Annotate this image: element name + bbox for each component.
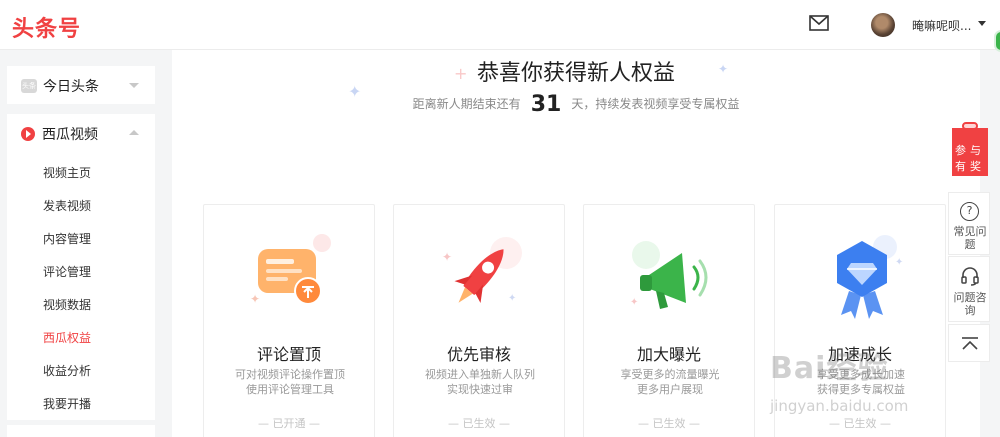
chevron-down-icon <box>129 83 139 88</box>
status-badge: — 已生效 — <box>638 417 700 430</box>
sidebar-section-header[interactable]: 西瓜视频 <box>21 124 98 144</box>
gift-icon <box>962 122 978 130</box>
chevron-up-icon <box>129 130 139 135</box>
sidebar-item-video-data[interactable]: 视频数据 <box>43 296 91 313</box>
card-desc-line: 更多用户展现 <box>637 383 703 396</box>
svg-text:✦: ✦ <box>895 257 903 268</box>
top-header: 头条号 晻嘛呢呗... <box>0 0 1000 52</box>
green-status-tab[interactable] <box>994 30 1000 52</box>
watermark: Bai经验 <box>770 351 889 386</box>
card-title: 加大曝光 <box>636 345 701 364</box>
card-description: 可对视频评论操作置顶 使用评论管理工具 <box>214 367 366 397</box>
sidebar-item-content-management[interactable]: 内容管理 <box>43 230 91 247</box>
countdown-suffix: 天，持续发表视频享受专属权益 <box>571 97 740 111</box>
headset-icon <box>961 267 979 286</box>
benefit-card-priority-review[interactable]: ✦ ✦ 优先审核 视频进入单独新人队列 实现快速过审 — 已生效 — <box>393 204 565 437</box>
card-desc-line: 实现快速过审 <box>447 383 513 396</box>
consult-label: 问题咨询 <box>953 291 987 317</box>
xigua-icon <box>21 127 35 141</box>
rocket-icon: ✦ ✦ <box>442 237 522 304</box>
faq-button[interactable]: ? 常见问题 <box>948 192 990 255</box>
newbie-countdown: 距离新人期结束还有 31 天，持续发表视频享受专属权益 <box>172 92 980 117</box>
consult-button[interactable]: 问题咨询 <box>948 256 990 322</box>
svg-text:✦: ✦ <box>508 293 516 304</box>
status-badge: — 已生效 — <box>448 417 510 430</box>
card-title: 评论置顶 <box>256 345 321 364</box>
comment-pin-icon: ✦ <box>250 234 331 306</box>
sidebar-item-revenue-analysis[interactable]: 收益分析 <box>43 362 91 379</box>
card-desc-line: 使用评论管理工具 <box>246 383 334 396</box>
card-title: 优先审核 <box>446 345 511 364</box>
benefit-card-more-exposure[interactable]: ✦ 加大曝光 享受更多的流量曝光 更多用户展现 — 已生效 — <box>583 204 755 437</box>
back-to-top-icon <box>962 337 978 350</box>
username[interactable]: 晻嘛呢呗... <box>912 17 971 34</box>
card-desc-line: 视频进入单独新人队列 <box>425 368 535 381</box>
page-title: 恭喜你获得新人权益 <box>476 61 675 86</box>
sidebar-section-label: 西瓜视频 <box>42 127 98 143</box>
days-left: 31 <box>530 92 562 117</box>
sidebar-section-more <box>7 425 155 437</box>
svg-text:✦: ✦ <box>442 250 452 264</box>
participate-reward-button[interactable]: 参与有奖 <box>952 122 988 176</box>
benefit-card-comment-pin[interactable]: ✦ 评论置顶 可对视频评论操作置顶 使用评论管理工具 — 已开通 — <box>203 204 375 437</box>
megaphone-icon: ✦ <box>630 241 708 309</box>
card-desc-line: 可对视频评论操作置顶 <box>235 368 345 381</box>
sidebar-item-video-home[interactable]: 视频主页 <box>43 164 91 181</box>
status-badge: — 已开通 — <box>258 417 320 430</box>
sidebar-item-xigua-rights[interactable]: 西瓜权益 <box>43 329 91 346</box>
back-to-top-button[interactable] <box>948 324 990 362</box>
sidebar-item-publish-video[interactable]: 发表视频 <box>43 197 91 214</box>
toutiaohao-logo[interactable]: 头条号 <box>12 11 81 43</box>
sidebar-section-label: 今日头条 <box>43 79 99 95</box>
question-icon: ? <box>960 202 979 221</box>
status-badge: — 已生效 — <box>829 417 891 430</box>
card-desc-line: 享受更多的流量曝光 <box>620 368 720 381</box>
faq-label: 常见问题 <box>953 225 987 251</box>
sidebar-item-go-live[interactable]: 我要开播 <box>43 395 91 412</box>
avatar[interactable] <box>871 13 895 37</box>
diamond-badge-icon: ✦ <box>837 235 903 319</box>
svg-text:✦: ✦ <box>250 292 260 306</box>
countdown-prefix: 距离新人期结束还有 <box>412 97 521 111</box>
card-description: 视频进入单独新人队列 实现快速过审 <box>404 367 556 397</box>
sidebar-section-xigua: 西瓜视频 视频主页 发表视频 内容管理 评论管理 视频数据 西瓜权益 收益分析 … <box>7 114 155 420</box>
sidebar-item-comment-management[interactable]: 评论管理 <box>43 263 91 280</box>
mail-icon[interactable] <box>809 15 829 31</box>
sidebar-section-toutiao[interactable]: 头条 今日头条 <box>7 66 155 104</box>
gift-label: 参与有奖 <box>955 144 985 173</box>
watermark-url: jingyan.baidu.com <box>770 397 909 415</box>
svg-text:✦: ✦ <box>630 297 638 308</box>
caret-down-icon[interactable] <box>978 21 986 26</box>
card-description: 享受更多的流量曝光 更多用户展现 <box>594 367 746 397</box>
toutiao-icon: 头条 <box>21 79 37 93</box>
